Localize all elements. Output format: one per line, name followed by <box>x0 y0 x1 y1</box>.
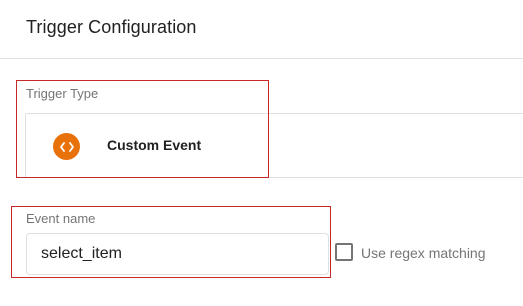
regex-label[interactable]: Use regex matching <box>361 245 486 261</box>
panel-header: Trigger Configuration <box>0 0 523 59</box>
event-name-field[interactable]: select_item <box>26 233 329 275</box>
panel-title: Trigger Configuration <box>26 17 197 37</box>
trigger-type-name: Custom Event <box>107 137 202 153</box>
regex-checkbox[interactable] <box>335 243 353 261</box>
trigger-type-label: Trigger Type <box>26 86 99 101</box>
event-name-label: Event name <box>26 211 96 226</box>
code-brackets-icon <box>53 133 80 160</box>
trigger-configuration-panel: Trigger Configuration Trigger Type Custo… <box>0 0 523 306</box>
trigger-type-selector[interactable]: Custom Event <box>25 113 523 178</box>
event-name-value[interactable]: select_item <box>41 245 122 263</box>
